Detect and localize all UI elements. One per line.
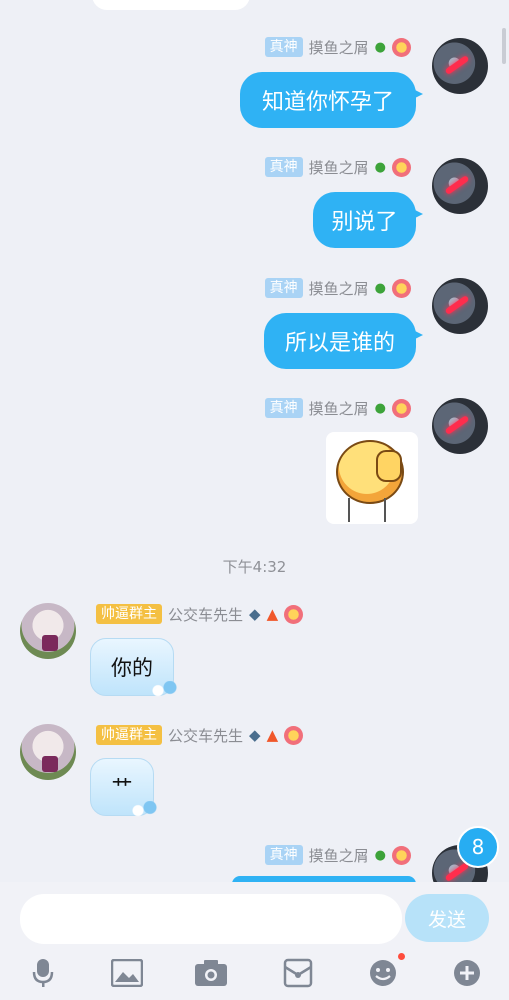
sender-info: 帅逼群主 公交车先生 ◆ ▲ [96,724,304,746]
message-bubble[interactable]: 别说了 [313,192,423,248]
sender-info: 帅逼群主 公交车先生 ◆ ▲ [96,603,304,625]
dragon-icon: ◆ [249,605,261,623]
gourd-icon: ● [374,400,386,416]
sender-info: 真神 摸鱼之屑 ● [264,397,411,419]
avatar[interactable] [20,724,76,780]
wave-decoration [129,801,159,817]
message-bubble[interactable]: 艹 [90,758,159,817]
avatar[interactable] [432,158,488,214]
send-button[interactable]: 发送 [405,894,489,942]
flower-icon [284,604,304,624]
message-text: 别说了 [331,210,398,235]
message-bubble[interactable]: 所以是谁的 [264,313,423,369]
avatar[interactable] [432,398,488,454]
message-text: 艹 [111,776,133,800]
sender-name[interactable]: 公交车先生 [168,725,243,746]
avatar[interactable] [432,38,488,94]
flower-icon [392,278,411,298]
image-icon[interactable] [110,956,144,990]
unread-count-badge[interactable]: 8 [457,826,499,868]
sender-info: 真神 摸鱼之屑 ● [264,844,411,866]
message-bubble[interactable]: 你的 [90,638,179,697]
flower-icon [284,725,304,745]
sender-name[interactable]: 摸鱼之屑 [309,278,369,299]
camera-icon[interactable] [194,956,228,990]
message-text: 知道你怀孕了 [261,90,394,115]
sender-info: 真神 摸鱼之屑 ● [264,156,411,178]
sticker-hand [376,450,402,482]
red-packet-icon[interactable] [281,956,315,990]
gourd-icon: ● [374,39,386,55]
message-timestamp: 下午4:32 [222,558,287,576]
message-text: 你的 [111,656,153,680]
flower-icon [392,157,411,177]
avatar[interactable] [20,603,76,659]
avatar[interactable] [432,278,488,334]
scrollbar[interactable] [502,28,506,64]
plus-icon[interactable] [450,956,484,990]
fire-icon: ▲ [266,605,279,623]
sender-name[interactable]: 公交车先生 [168,604,243,625]
flower-icon [392,398,411,418]
member-title-tag: 真神 [264,278,303,298]
sender-name[interactable]: 摸鱼之屑 [309,398,369,419]
previous-message-bubble[interactable] [92,0,250,10]
microphone-icon[interactable] [26,956,60,990]
member-title-tag: 真神 [264,157,303,177]
gourd-icon: ● [374,847,386,863]
sender-info: 真神 摸鱼之屑 ● [264,277,411,299]
emoji-icon[interactable] [366,956,400,990]
gourd-icon: ● [374,159,386,175]
sticker-body [348,498,386,522]
sender-info: 真神 摸鱼之屑 ● [264,36,411,58]
flower-icon [392,845,411,865]
group-owner-tag: 帅逼群主 [96,725,162,745]
smiley-sticker[interactable] [326,432,418,524]
group-owner-tag: 帅逼群主 [96,604,162,624]
member-title-tag: 真神 [264,845,303,865]
sender-name[interactable]: 摸鱼之屑 [309,845,369,866]
wave-decoration [149,681,179,697]
message-bubble[interactable]: 知道你怀孕了 [240,72,423,128]
member-title-tag: 真神 [264,398,303,418]
sender-name[interactable]: 摸鱼之屑 [309,37,369,58]
notification-dot [398,953,405,960]
dragon-icon: ◆ [249,726,261,744]
member-title-tag: 真神 [264,37,303,57]
sender-name[interactable]: 摸鱼之屑 [309,157,369,178]
fire-icon: ▲ [266,726,279,744]
message-text: 所以是谁的 [284,331,395,356]
gourd-icon: ● [374,280,386,296]
flower-icon [392,37,411,57]
message-input[interactable] [20,894,402,944]
